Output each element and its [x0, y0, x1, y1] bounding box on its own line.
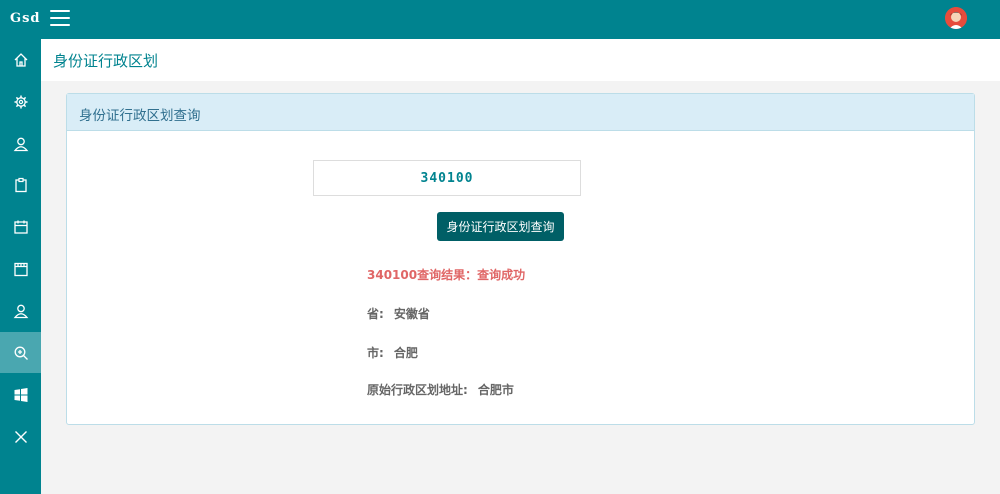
home-icon	[14, 52, 27, 67]
sidebar-item-close[interactable]	[0, 416, 41, 457]
user-avatar-icon[interactable]	[945, 7, 967, 29]
hamburger-menu-icon[interactable]	[50, 10, 70, 28]
panel-title: 身份证行政区划查询	[67, 94, 974, 131]
query-panel: 身份证行政区划查询 身份证行政区划查询 340100查询结果：查询成功 省: 安徽…	[66, 93, 975, 425]
result-label: 原始行政区划地址:	[367, 383, 468, 397]
sidebar-item-clipboard[interactable]	[0, 164, 41, 205]
page-header: 身份证行政区划	[41, 39, 1000, 81]
region-code-input[interactable]	[313, 160, 581, 196]
result-status: 340100查询结果：查询成功	[367, 268, 526, 282]
sidebar-item-user-alt[interactable]	[0, 290, 41, 331]
clipboard-icon	[14, 177, 27, 192]
page-title: 身份证行政区划	[53, 52, 159, 70]
result-original-address: 原始行政区划地址: 合肥市	[367, 381, 514, 398]
result-label: 省:	[367, 307, 384, 321]
sidebar	[0, 39, 41, 494]
zoom-in-icon	[14, 346, 28, 360]
logo: Gsd	[10, 11, 41, 26]
query-button[interactable]: 身份证行政区划查询	[437, 212, 564, 241]
calendar-icon	[13, 262, 28, 276]
user-icon	[13, 137, 28, 151]
sidebar-item-user[interactable]	[0, 123, 41, 164]
result-city: 市: 合肥	[367, 344, 418, 361]
result-value: 安徽省	[393, 307, 430, 321]
result-value: 合肥市	[477, 383, 514, 397]
windows-icon	[14, 387, 27, 402]
gear-icon	[14, 95, 27, 108]
close-icon	[14, 430, 27, 443]
sidebar-item-calendar-alt[interactable]	[0, 248, 41, 289]
sidebar-item-zoom[interactable]	[0, 332, 41, 373]
result-label: 市:	[367, 346, 384, 360]
top-bar: Gsd	[0, 0, 1000, 39]
sidebar-item-settings[interactable]	[0, 81, 41, 122]
sidebar-item-windows[interactable]	[0, 374, 41, 415]
sidebar-item-calendar[interactable]	[0, 206, 41, 247]
result-province: 省: 安徽省	[367, 305, 430, 322]
calendar-icon	[13, 220, 28, 234]
user-icon	[13, 304, 28, 318]
sidebar-item-home[interactable]	[0, 39, 41, 80]
result-value: 合肥	[393, 346, 418, 360]
